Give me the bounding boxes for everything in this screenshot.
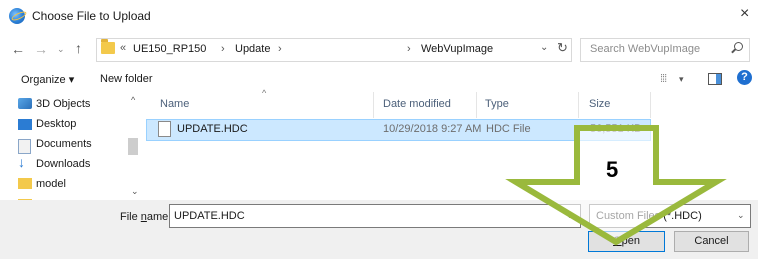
down-arrow-icon <box>505 125 727 246</box>
annotation-arrow <box>505 125 727 246</box>
step-number: 5 <box>606 157 619 182</box>
